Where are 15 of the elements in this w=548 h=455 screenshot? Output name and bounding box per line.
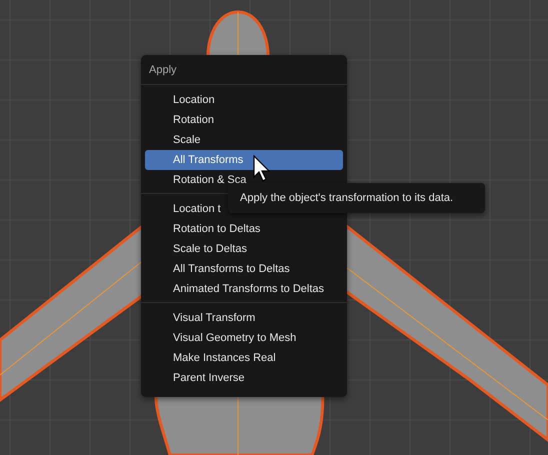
menu-item[interactable]: Animated Transforms to Deltas: [145, 279, 343, 299]
menu-item[interactable]: Rotation to Deltas: [145, 219, 343, 239]
cursor-icon: [253, 155, 271, 183]
menu-item[interactable]: All Transforms: [145, 150, 343, 170]
menu-item[interactable]: Rotation: [145, 110, 343, 130]
menu-item[interactable]: All Transforms to Deltas: [145, 259, 343, 279]
tooltip: Apply the object's transformation to its data.: [228, 183, 485, 213]
menu-item[interactable]: Parent Inverse: [145, 368, 343, 388]
menu-title: Apply: [148, 63, 178, 78]
menu-item[interactable]: Scale: [145, 130, 343, 150]
menu-item[interactable]: Location: [145, 90, 343, 110]
menu-item[interactable]: Visual Geometry to Mesh: [145, 328, 343, 348]
menu-item[interactable]: Make Instances Real: [145, 348, 343, 368]
menu-item[interactable]: Visual Transform: [145, 308, 343, 328]
menu-item[interactable]: Scale to Deltas: [145, 239, 343, 259]
